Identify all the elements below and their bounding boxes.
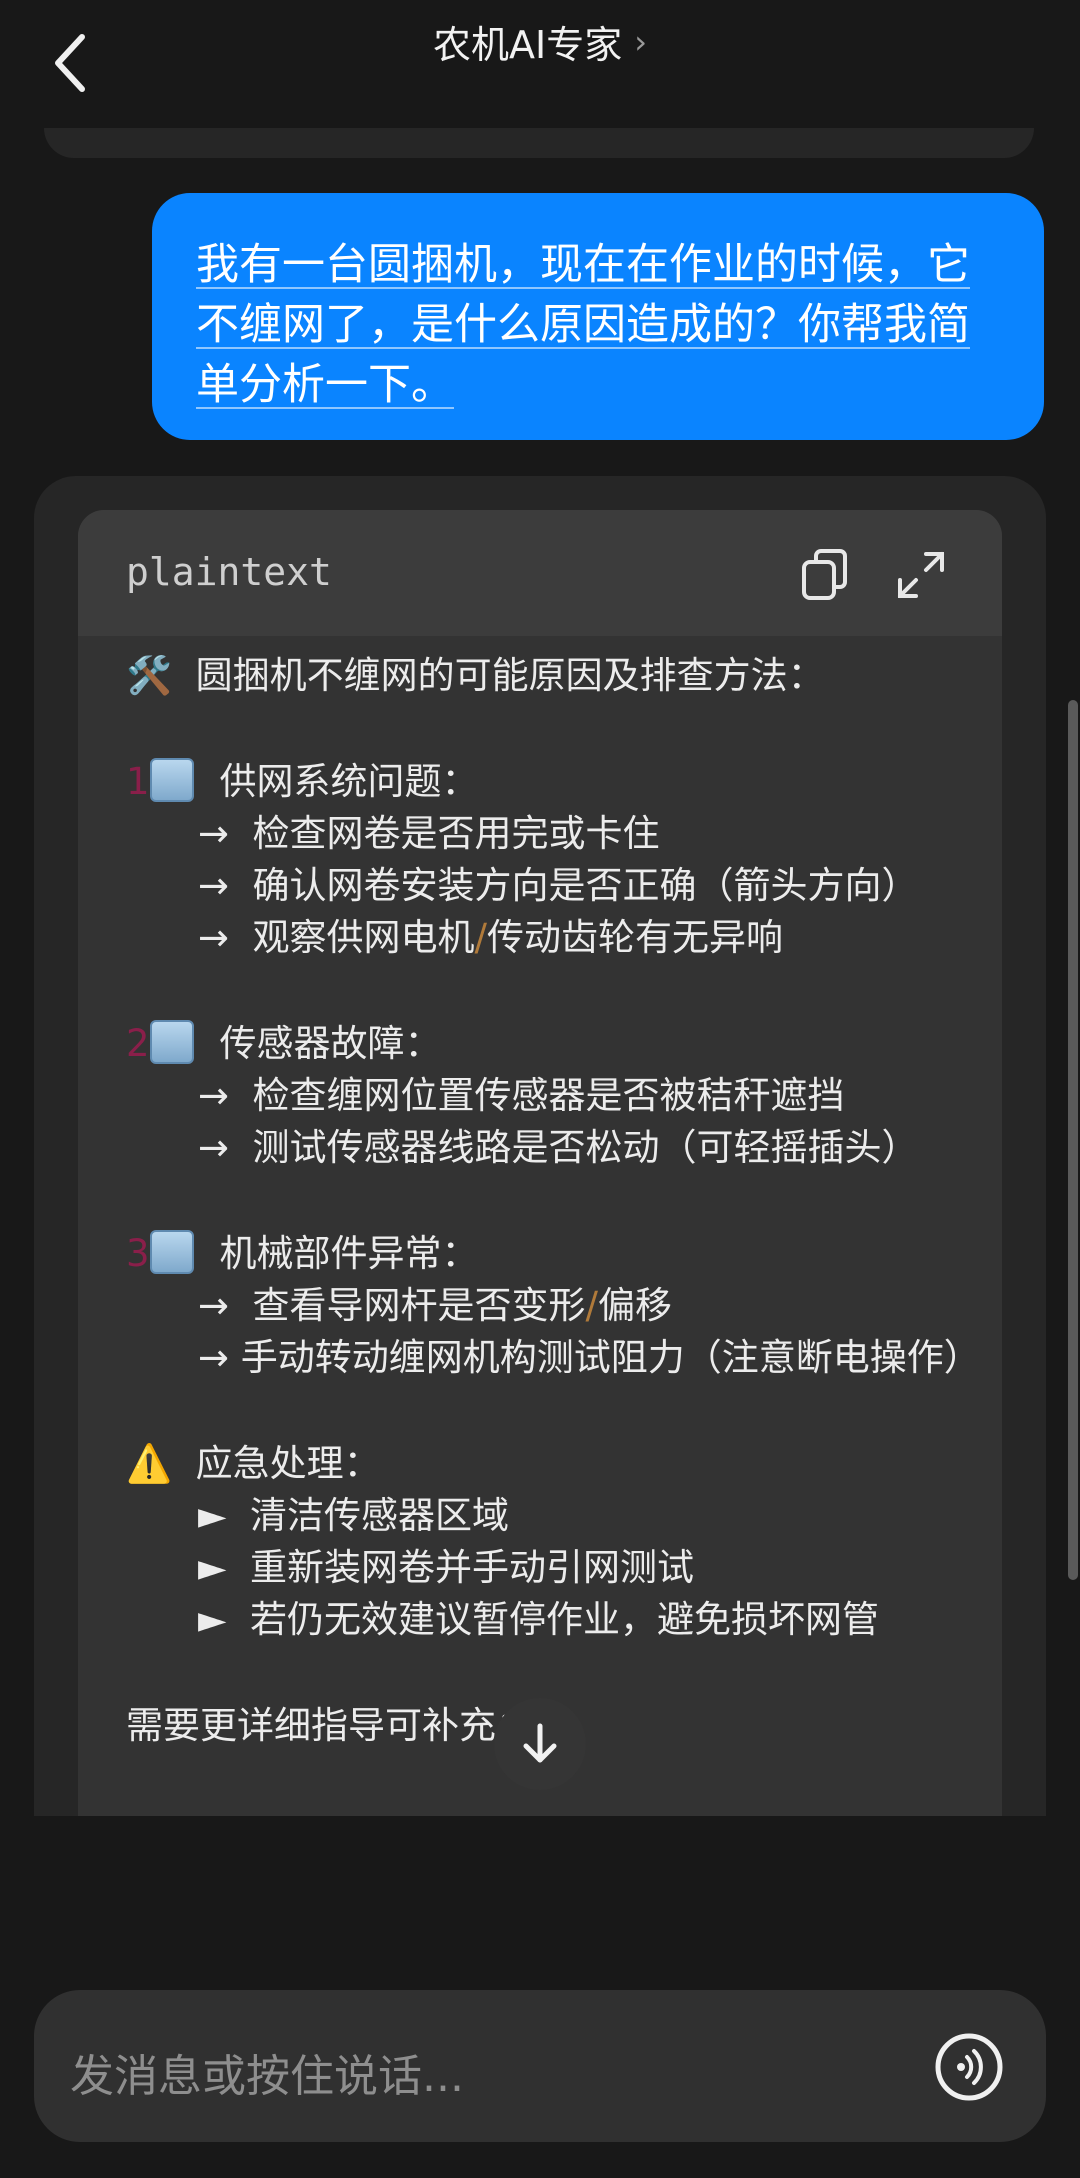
message-input[interactable]: 发消息或按住说话... xyxy=(70,2040,464,2104)
warning-icon: ⚠️ xyxy=(126,1442,173,1485)
expand-icon xyxy=(898,552,944,598)
section-heading: 1 供网系统问题： xyxy=(126,758,479,803)
copy-button[interactable] xyxy=(800,548,850,602)
list-item: ► 若仍无效建议暂停作业，避免损坏网管 xyxy=(198,1598,879,1641)
keycap-icon xyxy=(149,1230,194,1274)
list-item: ► 清洁传感器区域 xyxy=(198,1494,509,1537)
code-content: 🛠️ 圆捆机不缠网的可能原因及排查方法： 1 供网系统问题： → 检查网卷是否用完… xyxy=(126,650,996,1752)
chevron-right-icon: › xyxy=(634,22,647,61)
keycap-icon xyxy=(149,758,194,802)
user-message-text: 我有一台圆捆机，现在在作业的时候，它不缠网了，是什么原因造成的？你帮我简单分析一… xyxy=(196,240,970,410)
scroll-to-bottom-button[interactable] xyxy=(494,1698,586,1790)
voice-icon xyxy=(935,2033,1003,2101)
list-item: → 测试传感器线路是否松动（可轻摇插头） xyxy=(198,1126,919,1169)
chat-title[interactable]: 农机AI专家 › xyxy=(433,14,647,69)
expand-button[interactable] xyxy=(894,548,948,602)
ai-response-card: plaintext 🛠️ 圆捆机不缠网的可能原因及排查方法： 1 供网系统问题：… xyxy=(34,476,1046,1816)
top-bar: 农机AI专家 › xyxy=(0,0,1080,130)
section-heading: 2 传感器故障： xyxy=(126,1020,442,1065)
section-heading: 3 机械部件异常： xyxy=(126,1230,479,1275)
copy-icon xyxy=(802,549,847,600)
list-item: → 查看导网杆是否变形/偏移 xyxy=(198,1284,673,1327)
voice-button[interactable] xyxy=(934,2032,1004,2102)
code-title-line: 🛠️ 圆捆机不缠网的可能原因及排查方法： xyxy=(126,654,825,697)
list-item: → 确认网卷安装方向是否正确（箭头方向） xyxy=(198,864,919,907)
list-item: → 检查网卷是否用完或卡住 xyxy=(198,812,660,855)
code-block-header: plaintext xyxy=(78,510,1002,636)
previous-message-edge xyxy=(44,128,1034,158)
emergency-heading: ⚠️ 应急处理： xyxy=(126,1442,381,1485)
tools-icon: 🛠️ xyxy=(126,654,173,697)
list-item: → 手动转动缠网机构测试阻力（注意断电操作） xyxy=(198,1336,981,1379)
list-item: → 检查缠网位置传感器是否被秸秆遮挡 xyxy=(198,1074,845,1117)
user-message-bubble[interactable]: 我有一台圆捆机，现在在作业的时候，它不缠网了，是什么原因造成的？你帮我简单分析一… xyxy=(152,193,1044,440)
code-language-label: plaintext xyxy=(126,550,332,594)
scrollbar[interactable] xyxy=(1068,700,1078,1580)
arrow-down-icon xyxy=(523,1723,557,1763)
message-input-bar[interactable]: 发消息或按住说话... xyxy=(34,1990,1046,2142)
list-item: → 观察供网电机/传动齿轮有无异响 xyxy=(198,916,784,959)
page-title: 农机AI专家 xyxy=(433,23,623,67)
keycap-icon xyxy=(149,1020,194,1064)
list-item: ► 重新装网卷并手动引网测试 xyxy=(198,1546,694,1589)
code-block: plaintext 🛠️ 圆捆机不缠网的可能原因及排查方法： 1 供网系统问题：… xyxy=(78,510,1002,1816)
